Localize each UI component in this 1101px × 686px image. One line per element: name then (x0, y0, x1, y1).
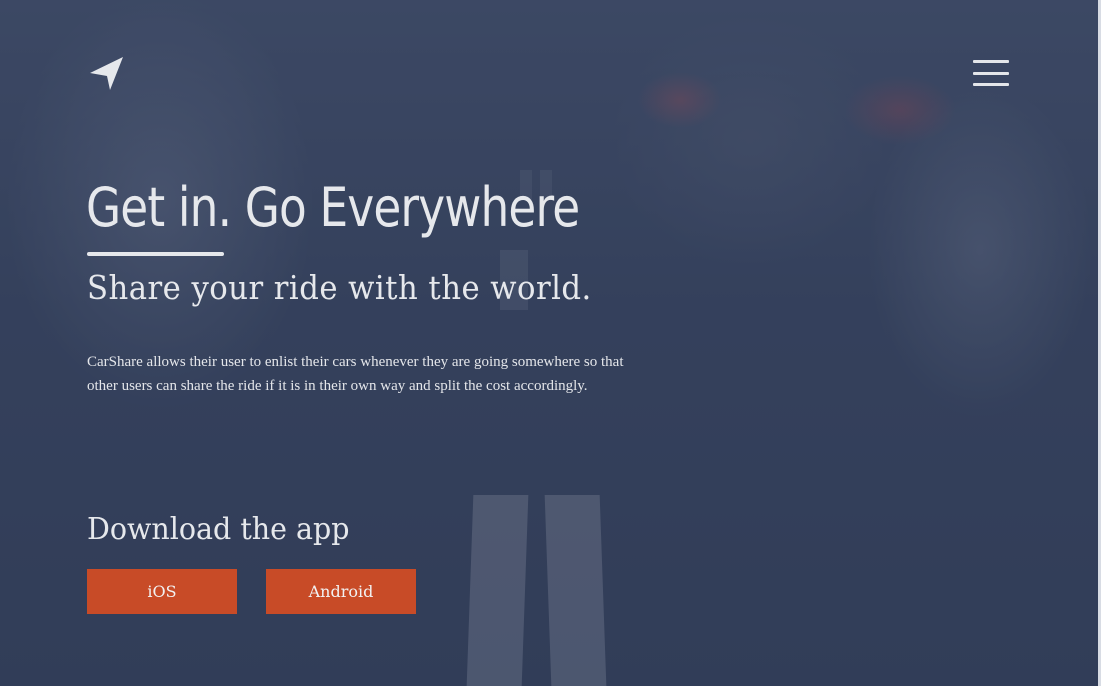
download-title: Download the app (87, 512, 350, 547)
ios-download-button[interactable]: iOS (87, 569, 237, 614)
hero-headline: Get in. Go Everywhere (86, 176, 580, 239)
hero-subheadline: Share your ride with the world. (87, 268, 592, 307)
hero-description: CarShare allows their user to enlist the… (87, 354, 624, 394)
android-download-button[interactable]: Android (266, 569, 416, 614)
hamburger-menu-icon[interactable] (973, 60, 1010, 87)
navigation-arrow-icon[interactable] (88, 54, 126, 92)
headline-underline (87, 252, 224, 256)
